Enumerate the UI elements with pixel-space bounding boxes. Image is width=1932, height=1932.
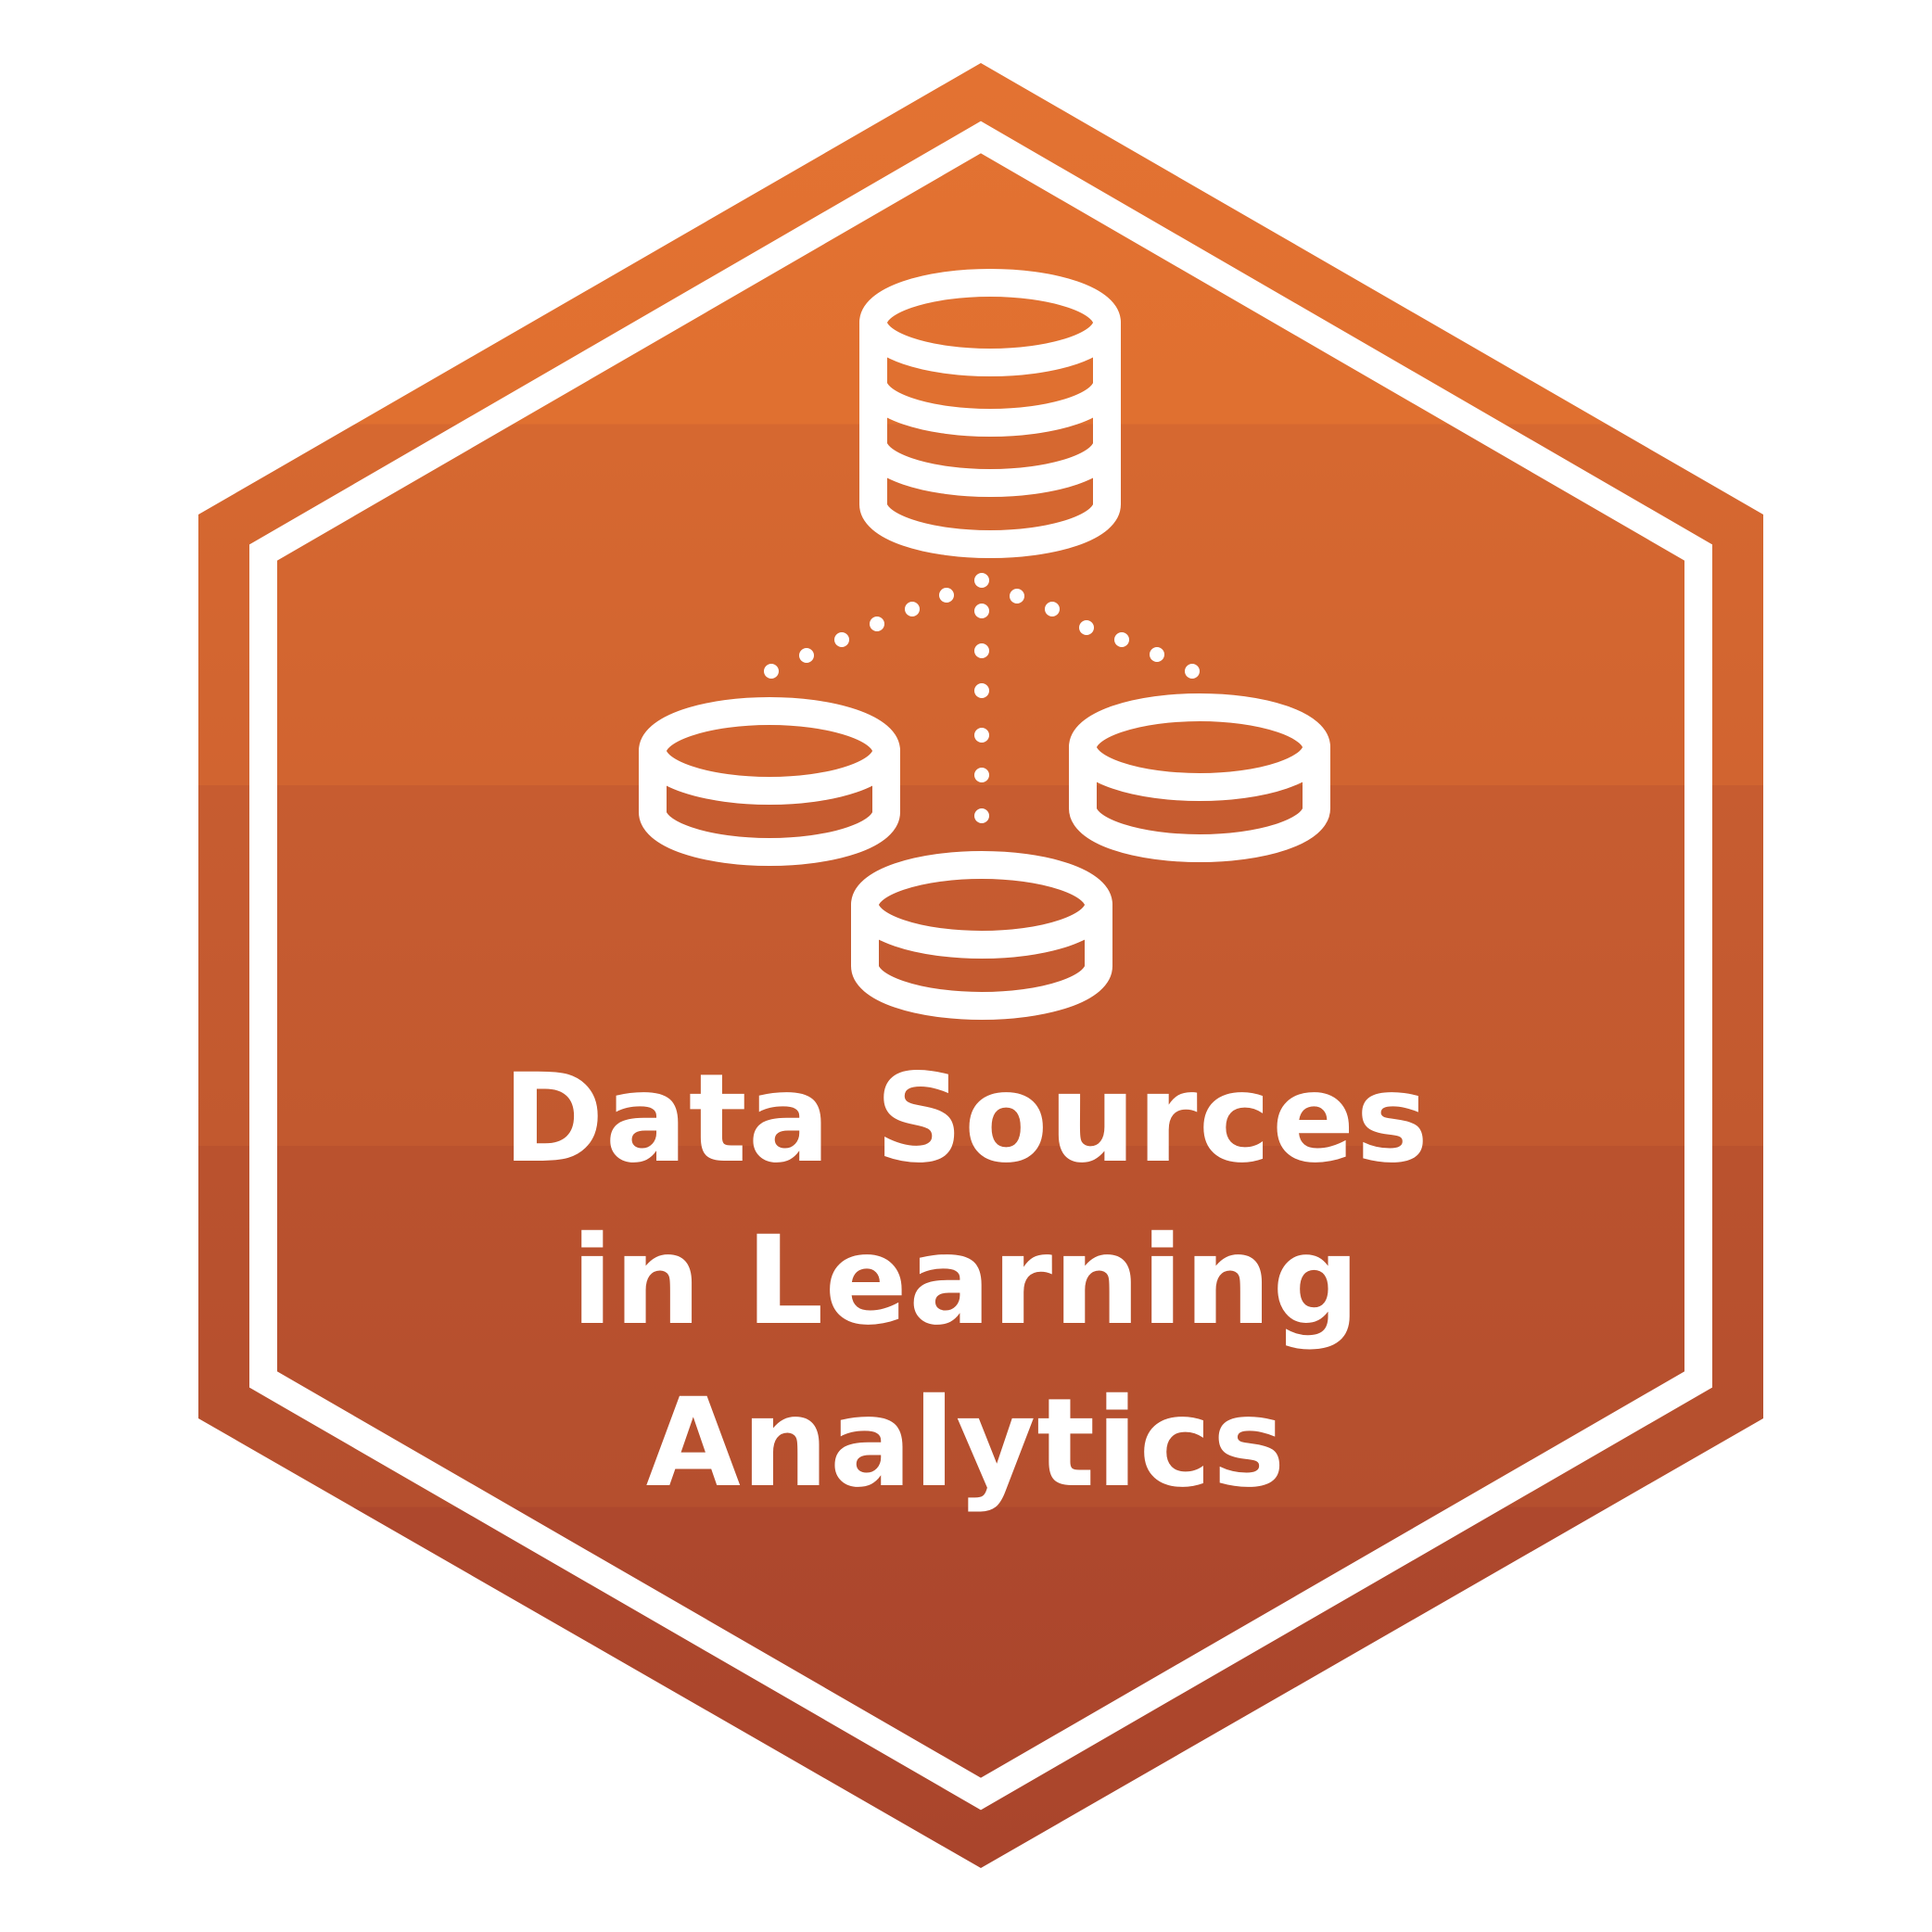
badge-graphic xyxy=(198,63,1763,1868)
badge-title: Data Sources in Learning Analytics xyxy=(0,1038,1932,1525)
badge-title-line-3: Analytics xyxy=(645,1372,1287,1515)
badge xyxy=(0,0,1932,1932)
hexagon-background xyxy=(198,63,1763,1868)
badge-title-line-1: Data Sources xyxy=(502,1048,1430,1190)
badge-title-line-2: in Learning xyxy=(571,1210,1361,1353)
